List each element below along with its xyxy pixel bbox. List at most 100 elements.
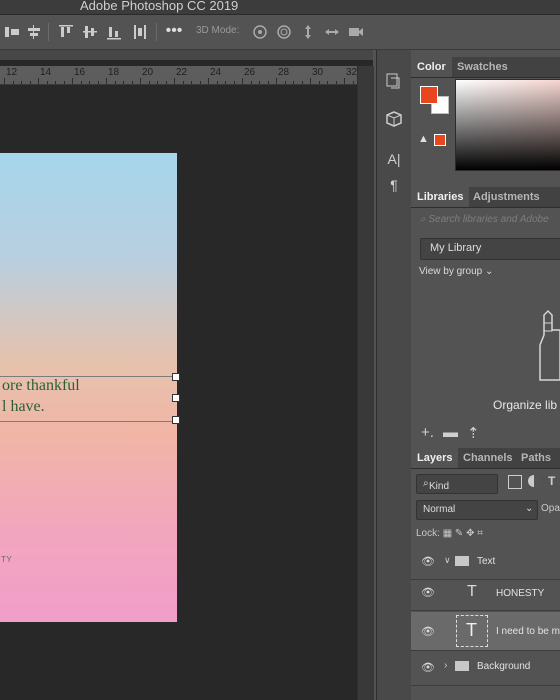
- ruler-tick: [344, 78, 345, 84]
- layer-row-background-group[interactable]: 👁 › Background: [411, 651, 560, 686]
- folder-icon: [455, 556, 469, 566]
- quote-text-line-2[interactable]: l have.: [2, 398, 45, 416]
- tab-swatches[interactable]: Swatches: [451, 57, 514, 77]
- ruler-minor-tick: [335, 81, 337, 84]
- organize-libraries-text: Organize lib: [493, 398, 558, 412]
- distribute-icon[interactable]: [130, 22, 150, 42]
- lock-paint-icon[interactable]: ✎: [455, 528, 466, 539]
- options-separator: [48, 23, 49, 41]
- tab-paths[interactable]: Paths: [515, 448, 557, 468]
- tab-channels[interactable]: Channels: [457, 448, 519, 468]
- filter-type-icon[interactable]: T: [548, 474, 555, 488]
- view-by-group-dropdown[interactable]: View by group ⌄: [419, 266, 493, 277]
- align-top-icon[interactable]: [56, 22, 76, 42]
- transform-handle[interactable]: [172, 416, 180, 424]
- ruler-tick: [4, 78, 5, 84]
- ruler-tick: [72, 78, 73, 84]
- 3d-mode-label: 3D Mode:: [196, 25, 240, 36]
- foreground-color-swatch[interactable]: [420, 86, 438, 104]
- blend-mode-value: Normal: [423, 504, 456, 515]
- transform-handle[interactable]: [172, 373, 180, 381]
- layer-kind-filter[interactable]: ⌕ Kind: [416, 474, 498, 494]
- gamut-warning-icon[interactable]: ▲: [418, 133, 429, 145]
- ruler-minor-tick: [182, 81, 184, 84]
- 3d-rotate-icon[interactable]: [250, 22, 270, 42]
- align-left-icon[interactable]: [2, 22, 22, 42]
- small-caption-text[interactable]: TY: [1, 555, 12, 564]
- title-bar: Adobe Photoshop CC 2019: [0, 0, 560, 15]
- ruler-label: 14: [40, 67, 52, 78]
- library-search-input[interactable]: ⌕ Search libraries and Adobe: [420, 214, 549, 225]
- 3d-slide-icon[interactable]: [322, 22, 342, 42]
- layer-row-text-group[interactable]: 👁 ∨ Text: [411, 545, 560, 580]
- transform-handle[interactable]: [172, 394, 180, 402]
- lock-position-icon[interactable]: ✥: [466, 528, 477, 539]
- ruler-tick: [208, 78, 209, 84]
- text-layer-icon: T: [467, 583, 477, 600]
- align-middle-icon[interactable]: [80, 22, 100, 42]
- eye-icon[interactable]: 👁: [421, 661, 435, 674]
- ruler-label: 26: [244, 67, 256, 78]
- ruler-minor-tick: [225, 81, 226, 84]
- libraries-panel-tabs: Libraries Adjustments: [411, 187, 560, 208]
- ruler-minor-tick: [284, 81, 286, 84]
- ruler-label: 18: [108, 67, 120, 78]
- 3d-pan-icon[interactable]: [298, 22, 318, 42]
- align-center-icon[interactable]: [24, 22, 44, 42]
- tab-libraries[interactable]: Libraries: [411, 187, 470, 207]
- history-icon[interactable]: [383, 70, 405, 92]
- app-title: Adobe Photoshop CC 2019: [80, 0, 239, 13]
- lock-artboard-icon[interactable]: ⌗: [477, 528, 483, 539]
- ruler-minor-tick: [352, 81, 354, 84]
- tab-color[interactable]: Color: [411, 57, 452, 77]
- ruler-minor-tick: [80, 81, 82, 84]
- ruler-tick: [140, 78, 141, 84]
- ruler-label: 20: [142, 67, 154, 78]
- layer-row-selected-text[interactable]: 👁 T I need to be m: [411, 612, 560, 651]
- library-select[interactable]: My Library: [420, 238, 560, 260]
- ruler-minor-tick: [148, 81, 150, 84]
- layer-name: Text: [477, 556, 496, 567]
- chevron-down-icon[interactable]: ∨: [444, 555, 451, 566]
- paragraph-panel-icon[interactable]: ¶: [383, 174, 405, 196]
- add-content-icon[interactable]: +.: [421, 424, 434, 441]
- library-toolbar: +. ▬ ⇡: [411, 424, 560, 446]
- chevron-down-icon: ⌄: [525, 503, 534, 514]
- ruler-minor-tick: [114, 81, 116, 84]
- eye-icon[interactable]: 👁: [421, 625, 435, 638]
- character-panel-icon[interactable]: A|: [383, 148, 405, 170]
- 3d-camera-icon[interactable]: [346, 22, 366, 42]
- ruler-minor-tick: [191, 81, 192, 84]
- blend-mode-select[interactable]: Normal ⌄: [416, 500, 538, 520]
- ruler-tick: [38, 78, 39, 84]
- eye-icon[interactable]: 👁: [421, 586, 435, 599]
- 3d-roll-icon[interactable]: [274, 22, 294, 42]
- more-options-icon[interactable]: •••: [164, 22, 184, 42]
- vertical-scrollbar[interactable]: [357, 66, 374, 700]
- filter-image-icon[interactable]: [508, 475, 522, 489]
- lock-transparent-icon[interactable]: ▦: [443, 528, 455, 539]
- align-bottom-icon[interactable]: [104, 22, 124, 42]
- folder-icon[interactable]: ▬: [443, 424, 458, 441]
- eye-icon[interactable]: 👁: [421, 555, 435, 568]
- ruler-minor-tick: [233, 81, 235, 84]
- tab-adjustments[interactable]: Adjustments: [467, 187, 546, 207]
- gamut-color-swatch[interactable]: [434, 134, 446, 146]
- layer-row-honesty[interactable]: 👁 T HONESTY: [411, 576, 560, 611]
- kind-filter-value: ⌕ Kind: [423, 478, 450, 492]
- color-picker-field[interactable]: [455, 79, 560, 171]
- ruler-minor-tick: [318, 81, 320, 84]
- ruler-minor-tick: [46, 81, 48, 84]
- ruler-minor-tick: [165, 81, 167, 84]
- upload-icon[interactable]: ⇡: [467, 424, 480, 442]
- 3d-panel-icon[interactable]: [383, 108, 405, 130]
- filter-adjustment-icon[interactable]: [528, 475, 540, 487]
- quote-text-line-1[interactable]: ore thankful: [2, 377, 80, 395]
- document-tab-bar: [0, 50, 373, 60]
- chevron-right-icon[interactable]: ›: [444, 660, 447, 671]
- chevron-down-icon: ⌄: [484, 266, 494, 277]
- ruler-label: 28: [278, 67, 290, 78]
- horizontal-ruler: 12 14 16 18 20 22 24 26 28 30 32: [0, 66, 371, 85]
- options-separator: [156, 23, 157, 41]
- tab-layers[interactable]: Layers: [411, 448, 459, 468]
